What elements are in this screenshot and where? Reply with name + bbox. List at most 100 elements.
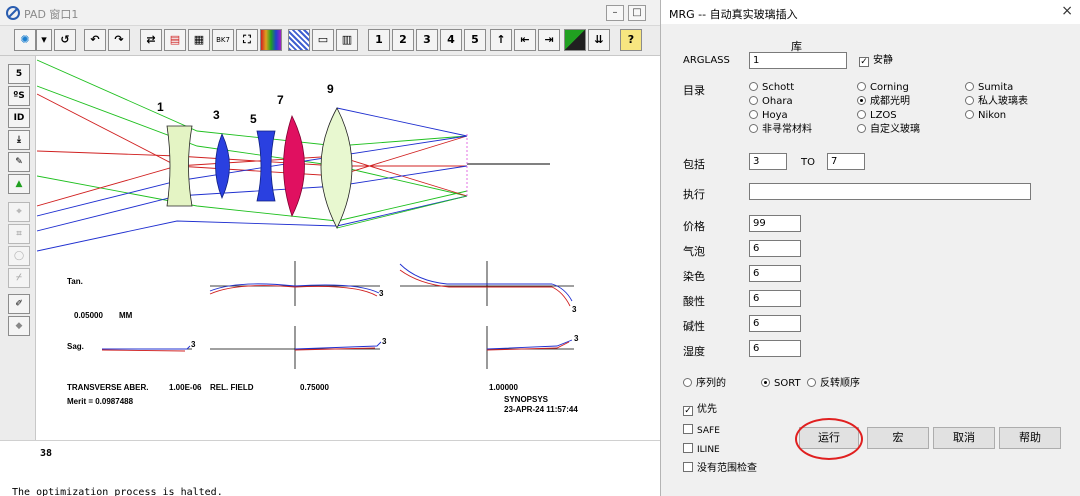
order-sort-radio[interactable]: SORT	[761, 378, 801, 390]
dropdown-arrow-icon[interactable]: ▾	[36, 29, 52, 51]
split-view-icon[interactable]: ▤	[164, 29, 186, 51]
arrows-down-icon[interactable]: ⇊	[588, 29, 610, 51]
radio-label: 成都光明	[870, 96, 910, 107]
priority-checkbox[interactable]: ✓ 优先	[683, 404, 717, 416]
help-button[interactable]: ?	[620, 29, 642, 51]
lens-table-icon[interactable]: ▭	[312, 29, 334, 51]
catalog-private-radio[interactable]: 私人玻璃表	[965, 96, 1028, 108]
radio-label: SORT	[774, 378, 801, 389]
catalog-lzos-radio[interactable]: LZOS	[857, 110, 897, 122]
tool-5-button[interactable]: 5	[8, 64, 30, 84]
page-1-button[interactable]: 1	[368, 29, 390, 51]
surface-marker-sag-1: 3	[191, 340, 196, 349]
pad-window: PAD 窗口1 – □ ✺ ▾ ↺ ↶ ↷ ⇄ ▤ ▦ BK7 ⛶ ▭ ▥ 1 …	[0, 0, 660, 496]
radio-label: Ohara	[762, 96, 793, 107]
maximize-button[interactable]: □	[628, 5, 646, 21]
stain-label: 染色	[683, 270, 705, 283]
tool-dim-2-icon[interactable]: ⌗	[8, 224, 30, 244]
pad-titlebar[interactable]: PAD 窗口1 – □	[0, 0, 660, 26]
execute-input[interactable]	[749, 183, 1031, 200]
help-dialog-button[interactable]: 帮助	[999, 427, 1061, 449]
catalog-sumita-radio[interactable]: Sumita	[965, 82, 1013, 94]
console-message: The optimization process is halted.	[12, 487, 223, 496]
radio-dot	[749, 96, 758, 105]
field-start: 1.00E-06	[169, 383, 202, 392]
humidity-input[interactable]: 6	[749, 340, 801, 357]
page-2-button[interactable]: 2	[392, 29, 414, 51]
jump-end-icon[interactable]: ⇥	[538, 29, 560, 51]
tool-dim-3-icon[interactable]: ◯	[8, 246, 30, 266]
minimize-button[interactable]: –	[606, 5, 624, 21]
output-console[interactable]: 38 The optimization process is halted.	[0, 440, 660, 496]
pencil-icon[interactable]: ✐	[8, 294, 30, 314]
radio-dot	[749, 110, 758, 119]
radio-label: 反转顺序	[820, 378, 860, 389]
grid-small-icon[interactable]: ▥	[336, 29, 358, 51]
order-sequential-radio[interactable]: 序列的	[683, 378, 726, 390]
swap-icon[interactable]: ⇄	[140, 29, 162, 51]
refresh-icon[interactable]: ↺	[54, 29, 76, 51]
safe-checkbox[interactable]: SAFE	[683, 424, 720, 437]
catalog-nikon-radio[interactable]: Nikon	[965, 110, 1006, 122]
dialog-titlebar[interactable]: MRG -- 自动真实玻璃插入 ×	[661, 0, 1080, 24]
settings-gear-icon[interactable]: ✺	[14, 29, 36, 51]
catalog-schott-radio[interactable]: Schott	[749, 82, 794, 94]
catalog-special-radio[interactable]: 非寻常材料	[749, 124, 812, 136]
quiet-checkbox[interactable]: ✓ 安静	[859, 55, 893, 67]
close-icon[interactable]: ×	[1061, 3, 1073, 19]
tool-dim-4-icon[interactable]: ⌿	[8, 268, 30, 288]
include-from-input[interactable]: 3	[749, 153, 787, 170]
iline-checkbox[interactable]: ILINE	[683, 443, 720, 456]
catalog-hoya-radio[interactable]: Hoya	[749, 110, 788, 122]
zoom-fit-icon[interactable]: ⛶	[236, 29, 258, 51]
acid-input[interactable]: 6	[749, 290, 801, 307]
catalog-ohara-radio[interactable]: Ohara	[749, 96, 793, 108]
no-range-check-checkbox[interactable]: 没有范围检查	[683, 462, 757, 475]
run-button[interactable]: 运行	[799, 427, 859, 449]
tool-os-button[interactable]: ºS	[8, 86, 30, 106]
stain-input[interactable]: 6	[749, 265, 801, 282]
chart-icon[interactable]	[564, 29, 586, 51]
bk7-button[interactable]: BK7	[212, 29, 234, 51]
rotate-left-icon[interactable]: ↶	[84, 29, 106, 51]
macro-button[interactable]: 宏	[867, 427, 929, 449]
aberration-caption: TRANSVERSE ABER.	[67, 383, 149, 392]
jump-start-icon[interactable]: ⇤	[514, 29, 536, 51]
price-input[interactable]: 99	[749, 215, 801, 232]
scale-value: 0.05000	[74, 311, 103, 320]
page-4-button[interactable]: 4	[440, 29, 462, 51]
arglass-label: ARGLASS	[683, 55, 730, 66]
include-to-input[interactable]: 7	[827, 153, 865, 170]
radio-label: 自定义玻璃	[870, 124, 920, 135]
lens-drawing-canvas[interactable]: 1 3 5 7 9 Tan. 0.05000 MM Sag. 3 3 3 3 3…	[37, 56, 660, 440]
radio-dot	[749, 82, 758, 91]
tool-id-button[interactable]: ID	[8, 108, 30, 128]
tool-dim-1-icon[interactable]: ⌖	[8, 202, 30, 222]
eraser-icon[interactable]: ◆	[8, 316, 30, 336]
cancel-button[interactable]: 取消	[933, 427, 995, 449]
arglass-input[interactable]: 1	[749, 52, 847, 69]
pattern-icon[interactable]	[288, 29, 310, 51]
alkali-input[interactable]: 6	[749, 315, 801, 332]
download-icon[interactable]: ⤓	[8, 130, 30, 150]
dialog-title: MRG -- 自动真实玻璃插入	[669, 8, 798, 21]
catalog-cdgm-radio[interactable]: 成都光明	[857, 96, 910, 108]
table-icon[interactable]: ▦	[188, 29, 210, 51]
color-bars-icon[interactable]	[260, 29, 282, 51]
bubble-input[interactable]: 6	[749, 240, 801, 257]
catalog-corning-radio[interactable]: Corning	[857, 82, 909, 94]
page-5-button[interactable]: 5	[464, 29, 486, 51]
radio-label: 非寻常材料	[762, 124, 812, 135]
page-3-button[interactable]: 3	[416, 29, 438, 51]
edit-line-icon[interactable]: ✎	[8, 152, 30, 172]
radio-dot	[857, 110, 866, 119]
catalog-label: 目录	[683, 84, 705, 97]
order-reverse-radio[interactable]: 反转顺序	[807, 378, 860, 390]
triangle-icon[interactable]: ▲	[8, 174, 30, 194]
checkbox-box	[683, 462, 693, 472]
lens-label-7: 7	[277, 93, 284, 107]
catalog-custom-radio[interactable]: 自定义玻璃	[857, 124, 920, 136]
radio-dot	[965, 96, 974, 105]
arrow-up-icon[interactable]: ↑	[490, 29, 512, 51]
rotate-right-icon[interactable]: ↷	[108, 29, 130, 51]
